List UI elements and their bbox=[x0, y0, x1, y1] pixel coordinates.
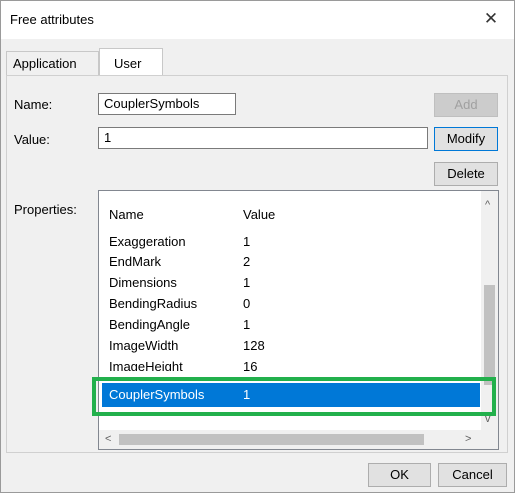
list-item[interactable]: ImageWidth 128 bbox=[99, 336, 480, 357]
row-name: BendingAngle bbox=[109, 317, 190, 332]
column-header-name[interactable]: Name bbox=[109, 207, 144, 222]
list-item-selected[interactable]: CouplerSymbols 1 bbox=[102, 383, 480, 407]
row-value: 1 bbox=[243, 275, 251, 290]
delete-button[interactable]: Delete bbox=[434, 162, 498, 186]
name-label: Name: bbox=[14, 97, 53, 112]
tab-user[interactable]: User bbox=[99, 48, 163, 76]
close-icon[interactable]: ✕ bbox=[480, 8, 502, 30]
row-value: 16 bbox=[243, 359, 258, 371]
vertical-scroll-thumb[interactable] bbox=[484, 285, 495, 385]
title-bar: Free attributes ✕ bbox=[1, 1, 514, 39]
row-name: BendingRadius bbox=[109, 296, 198, 311]
row-value: 1 bbox=[243, 234, 251, 249]
horizontal-scroll-thumb[interactable] bbox=[119, 434, 424, 445]
row-value: 2 bbox=[243, 254, 251, 269]
list-item[interactable]: ImageHeight 16 bbox=[99, 357, 480, 371]
vertical-scrollbar[interactable]: ^ v bbox=[481, 191, 498, 432]
scrollbar-corner bbox=[481, 430, 498, 449]
horizontal-scrollbar[interactable]: < > bbox=[99, 430, 481, 449]
list-item[interactable]: Dimensions 1 bbox=[99, 273, 480, 294]
value-label: Value: bbox=[14, 132, 50, 147]
list-item[interactable]: BendingRadius 0 bbox=[99, 294, 480, 315]
list-item[interactable]: BendingAngle 1 bbox=[99, 315, 480, 336]
scroll-left-icon[interactable]: < bbox=[105, 433, 111, 445]
properties-list[interactable]: Name Value Exaggeration 1 EndMark 2 Dime… bbox=[98, 190, 499, 450]
row-name: EndMark bbox=[109, 254, 162, 269]
row-name: ImageWidth bbox=[109, 338, 179, 353]
value-input[interactable]: 1 bbox=[98, 127, 428, 149]
row-name: Dimensions bbox=[109, 275, 177, 290]
row-name: ImageHeight bbox=[109, 359, 183, 371]
row-name: Exaggeration bbox=[109, 234, 186, 249]
properties-label: Properties: bbox=[14, 202, 77, 217]
name-input[interactable]: CouplerSymbols bbox=[98, 93, 236, 115]
scroll-right-icon[interactable]: > bbox=[465, 433, 471, 445]
row-value: 1 bbox=[243, 387, 251, 402]
row-value: 1 bbox=[243, 317, 251, 332]
list-item[interactable]: EndMark 2 bbox=[99, 252, 480, 273]
row-name: CouplerSymbols bbox=[109, 387, 205, 402]
modify-button[interactable]: Modify bbox=[434, 127, 498, 151]
add-button[interactable]: Add bbox=[434, 93, 498, 117]
column-header-value[interactable]: Value bbox=[243, 207, 275, 222]
list-item[interactable]: Exaggeration 1 bbox=[99, 232, 480, 253]
row-value: 0 bbox=[243, 296, 251, 311]
window-title: Free attributes bbox=[10, 12, 94, 27]
free-attributes-dialog: Free attributes ✕ Application User Name:… bbox=[0, 0, 515, 493]
scroll-down-icon[interactable]: v bbox=[485, 413, 491, 425]
ok-button[interactable]: OK bbox=[368, 463, 431, 487]
cancel-button[interactable]: Cancel bbox=[438, 463, 507, 487]
scroll-up-icon[interactable]: ^ bbox=[485, 199, 490, 211]
tab-application[interactable]: Application bbox=[6, 51, 99, 75]
row-value: 128 bbox=[243, 338, 265, 353]
